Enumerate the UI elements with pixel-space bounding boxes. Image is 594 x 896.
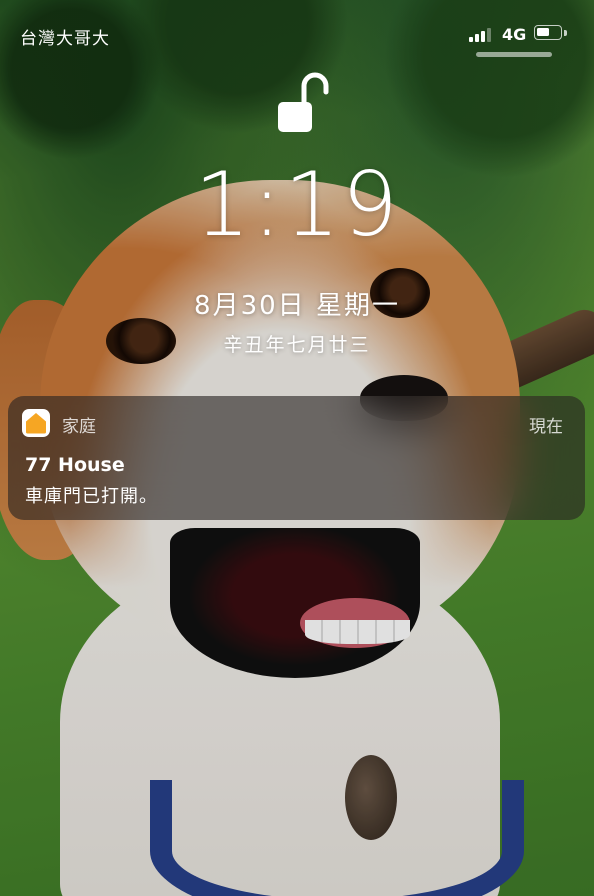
- battery-level-fill: [537, 28, 549, 36]
- control-center-indicator[interactable]: [476, 52, 552, 57]
- notification-body: 車庫門已打開。: [25, 486, 158, 507]
- unlocked-padlock-icon: [278, 72, 329, 132]
- notification-time: 現在: [529, 417, 563, 437]
- battery-cap: [564, 30, 567, 36]
- notification-app-name: 家庭: [62, 417, 96, 437]
- status-bar: 台灣大哥大 4G: [0, 0, 594, 70]
- carrier-name: 台灣大哥大: [20, 29, 110, 49]
- network-type: 4G: [502, 25, 527, 44]
- signal-bar: [475, 34, 479, 42]
- lock-screen-time: 1:19: [194, 153, 400, 256]
- notification-card[interactable]: 家庭 現在 77 House 車庫門已打開。: [8, 396, 585, 520]
- lock-screen-date: 8月30日 星期一: [194, 291, 400, 321]
- notification-title: 77 House: [25, 454, 125, 476]
- cellular-signal-icon: [469, 28, 491, 42]
- signal-bar: [481, 31, 485, 42]
- signal-bar: [469, 37, 473, 42]
- lunar-date: 辛丑年七月廿三: [223, 334, 371, 356]
- house-icon: [26, 413, 46, 434]
- signal-bar: [487, 28, 491, 42]
- home-app-icon: [22, 409, 50, 437]
- battery-icon: [534, 25, 562, 40]
